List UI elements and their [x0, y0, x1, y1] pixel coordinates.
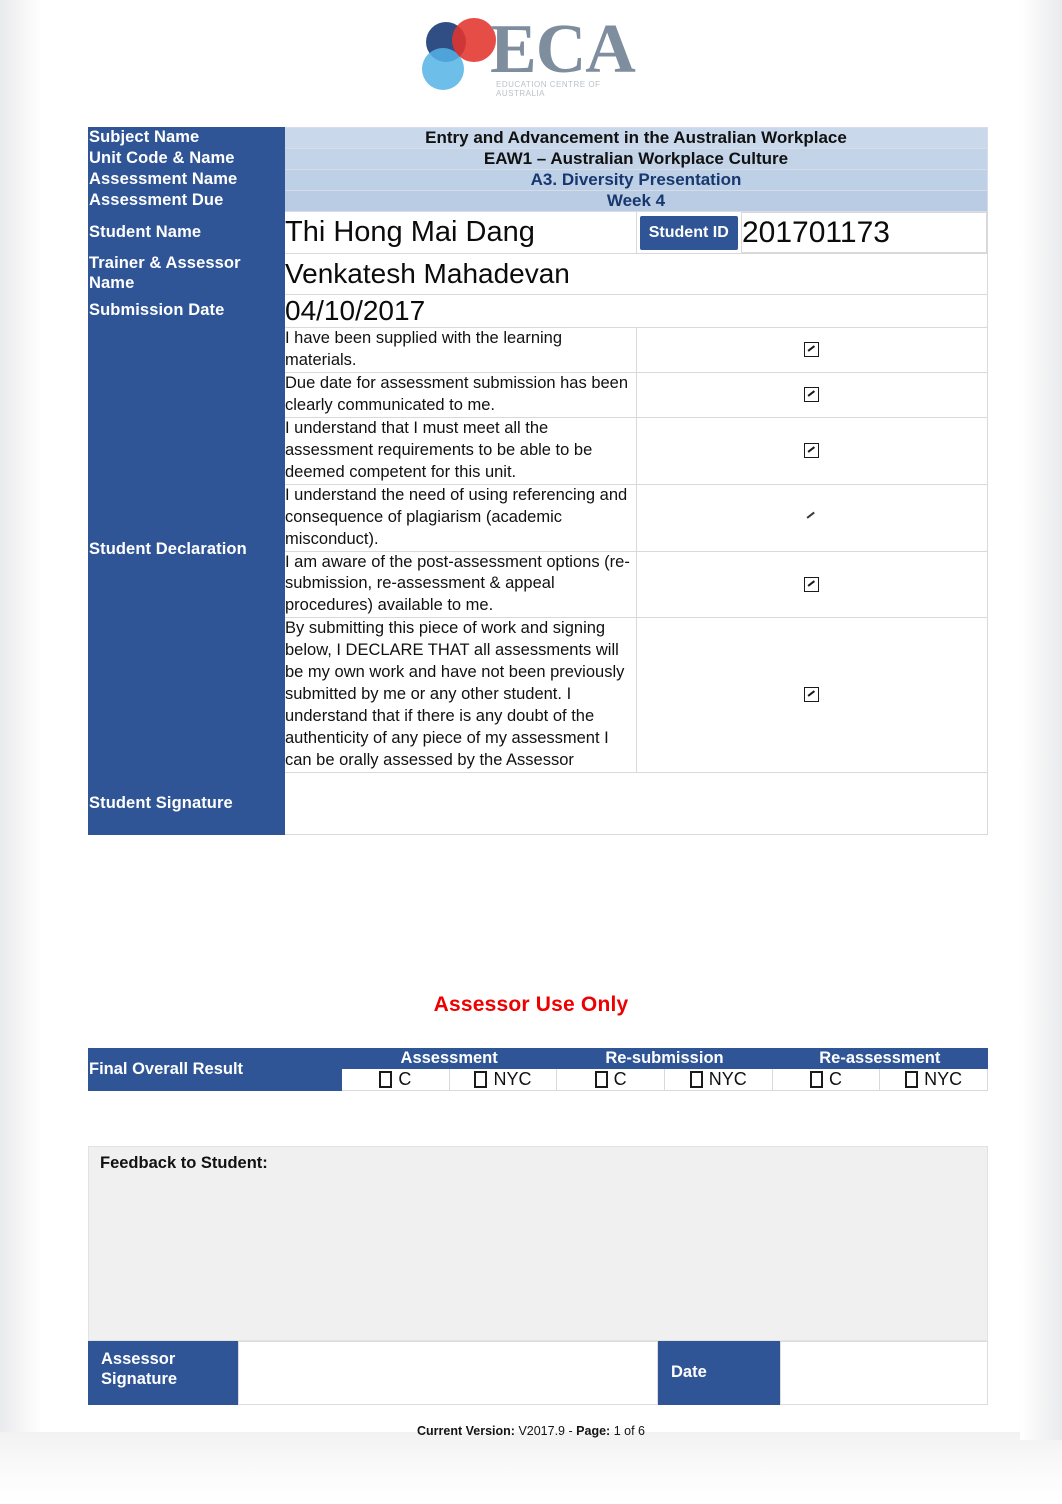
assessment-option-c[interactable]: C [341, 1068, 450, 1091]
declaration-item-text: I understand the need of using referenci… [284, 483, 637, 552]
table-row-trainer-name: Trainer & Assessor Name Venkatesh Mahade… [88, 253, 988, 295]
document-page: ECA EDUCATION CENTRE OF AUSTRALIA Subjec… [0, 0, 1062, 1504]
declaration-item-text: By submitting this piece of work and sig… [284, 617, 637, 773]
value-assessment-due: Week 4 [284, 190, 988, 212]
logo-header: ECA EDUCATION CENTRE OF AUSTRALIA [0, 8, 1062, 108]
declaration-checkbox-4[interactable] [635, 483, 988, 552]
declaration-checkbox-6[interactable] [635, 617, 988, 773]
table-row-subject-name: Subject Name Entry and Advancement in th… [88, 127, 988, 149]
student-id-field[interactable]: 201701173 [741, 211, 987, 254]
label-assessment-due: Assessment Due [88, 190, 285, 212]
option-label: NYC [708, 1069, 747, 1089]
value-assessment-name: A3. Diversity Presentation [284, 169, 988, 191]
checked-checkbox-icon [804, 387, 820, 403]
footer-version-value: V2017.9 [518, 1424, 566, 1438]
table-row-assessment-name: Assessment Name A3. Diversity Presentati… [88, 169, 988, 191]
page-footer: Current Version: V2017.9 - Page: 1 of 6 [0, 1424, 1062, 1438]
table-row-submission-date: Submission Date 04/10/2017 [88, 293, 988, 329]
declaration-checkbox-2[interactable] [635, 372, 988, 418]
reassessment-option-nyc[interactable]: NYC [879, 1068, 988, 1091]
column-header-resubmission: Re-submission [556, 1048, 773, 1069]
label-assessment-name: Assessment Name [88, 169, 285, 191]
value-unit-code-name: EAW1 – Australian Workplace Culture [284, 148, 988, 170]
eca-logo: ECA EDUCATION CENTRE OF AUSTRALIA [416, 8, 646, 100]
table-row-assessment-due: Assessment Due Week 4 [88, 190, 988, 212]
assessor-signature-field[interactable] [238, 1341, 658, 1405]
resubmission-option-c[interactable]: C [556, 1068, 665, 1091]
checked-checkbox-icon [804, 443, 820, 459]
assessor-signature-row: Assessor Signature Date [88, 1341, 988, 1405]
trainer-name-field[interactable]: Venkatesh Mahadevan [284, 253, 988, 295]
table-row-student-signature: Student Signature [88, 771, 988, 835]
empty-checkbox-icon [809, 1071, 823, 1088]
declaration-item-text: I understand that I must meet all the as… [284, 416, 637, 485]
label-student-name: Student Name [88, 210, 285, 255]
label-assessor-signature: Assessor Signature [88, 1341, 238, 1405]
option-label: NYC [493, 1069, 532, 1089]
option-label: C [613, 1069, 627, 1089]
declaration-checkbox-5[interactable] [635, 550, 988, 619]
checked-checkbox-icon [804, 687, 820, 703]
student-signature-field[interactable] [284, 771, 988, 835]
submission-date-field[interactable]: 04/10/2017 [284, 293, 988, 329]
label-student-declaration: Student Declaration [88, 327, 285, 773]
footer-version-label: Current Version: [417, 1424, 515, 1438]
declaration-checkbox-3[interactable] [635, 416, 988, 485]
value-subject-name: Entry and Advancement in the Australian … [284, 127, 988, 149]
logo-wordmark: ECA [490, 11, 636, 88]
empty-checkbox-icon [474, 1071, 488, 1088]
label-assessor-date: Date [658, 1341, 780, 1405]
logo-tagline: EDUCATION CENTRE OF AUSTRALIA [496, 80, 601, 98]
empty-checkbox-icon [379, 1071, 393, 1088]
table-row-unit-code: Unit Code & Name EAW1 – Australian Workp… [88, 148, 988, 170]
declaration-item-text: Due date for assessment submission has b… [284, 372, 637, 418]
check-tick-icon [806, 511, 818, 523]
table-row-declaration-1: Student Declaration I have been supplied… [88, 327, 988, 773]
label-student-id: Student ID [639, 215, 738, 250]
column-header-assessment: Assessment [340, 1048, 558, 1069]
label-subject-name: Subject Name [88, 127, 285, 149]
declaration-item-text: I am aware of the post-assessment option… [284, 550, 637, 619]
label-final-overall-result: Final Overall Result [88, 1048, 342, 1091]
checked-checkbox-icon [804, 576, 820, 592]
footer-page-label: Page: [576, 1424, 611, 1438]
resubmission-option-nyc[interactable]: NYC [663, 1068, 773, 1091]
option-label: C [828, 1069, 842, 1089]
empty-checkbox-icon [594, 1071, 608, 1088]
assessor-result-table: Final Overall Result Assessment Re-submi… [88, 1048, 989, 1091]
assessor-use-only-title: Assessor Use Only [433, 993, 629, 1016]
assessment-option-nyc[interactable]: NYC [448, 1068, 558, 1091]
label-trainer-assessor-name: Trainer & Assessor Name [88, 253, 285, 295]
label-student-signature: Student Signature [88, 771, 285, 835]
column-header-reassessment: Re-assessment [771, 1048, 989, 1069]
footer-page-value: 1 of 6 [613, 1424, 645, 1438]
student-name-field[interactable]: Thi Hong Mai Dang [284, 210, 637, 255]
declaration-item-text: I have been supplied with the learning m… [284, 327, 637, 374]
label-submission-date: Submission Date [88, 293, 285, 329]
label-unit-code-name: Unit Code & Name [88, 148, 285, 170]
option-label: C [398, 1069, 412, 1089]
assessor-header-row: Final Overall Result Assessment Re-submi… [88, 1048, 989, 1091]
label-feedback-to-student: Feedback to Student: [100, 1154, 268, 1172]
assessor-date-field[interactable] [780, 1341, 988, 1405]
footer-separator: - [568, 1424, 573, 1438]
feedback-to-student-field[interactable] [88, 1146, 988, 1341]
page-bottom-shade [0, 1432, 1062, 1504]
empty-checkbox-icon [689, 1071, 703, 1088]
assessment-cover-table: Subject Name Entry and Advancement in th… [88, 127, 988, 835]
empty-checkbox-icon [905, 1071, 919, 1088]
table-row-student-name: Student Name Thi Hong Mai Dang Student I… [88, 210, 988, 255]
option-label: NYC [924, 1069, 963, 1089]
declaration-checkbox-1[interactable] [635, 327, 988, 374]
checked-checkbox-icon [804, 342, 820, 358]
student-id-group: Student ID 201701173 [635, 210, 988, 255]
reassessment-option-c[interactable]: C [771, 1068, 881, 1091]
